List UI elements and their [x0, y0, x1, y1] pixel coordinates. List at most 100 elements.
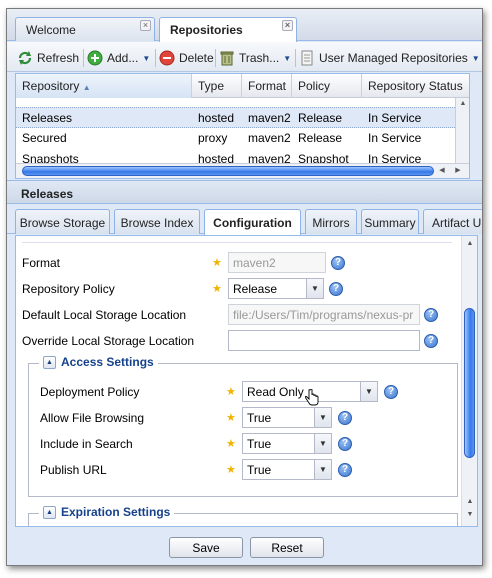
help-icon[interactable]: ? — [331, 256, 345, 270]
chevron-down-icon[interactable]: ▼ — [314, 460, 331, 479]
help-icon[interactable]: ? — [424, 308, 438, 322]
tab-summary[interactable]: Summary — [361, 209, 419, 234]
table-row[interactable]: Releases hosted maven2 Release In Servic… — [16, 107, 469, 128]
cell-status: In Service — [368, 131, 422, 145]
save-button[interactable]: Save — [169, 537, 243, 558]
cell-repository: Secured — [22, 131, 67, 145]
form-vertical-scrollbar[interactable]: ▲ ▲ ▼ — [461, 236, 477, 526]
chevron-down-icon[interactable]: ▼ — [314, 408, 331, 427]
cell-type: hosted — [198, 111, 235, 125]
format-label: Format — [22, 256, 61, 270]
column-header-policy[interactable]: Policy — [292, 74, 362, 98]
allow-browsing-select[interactable]: True ▼ — [242, 407, 332, 428]
toolbar-divider — [215, 49, 216, 67]
scroll-right-icon[interactable]: ▶ — [451, 166, 465, 178]
grid-vertical-scrollbar[interactable]: ▲ — [455, 98, 469, 165]
cell-status: In Service — [368, 111, 422, 125]
table-row[interactable]: Secured proxy maven2 Release In Service — [16, 128, 469, 149]
required-star-icon: ★ — [226, 412, 236, 424]
tab-welcome[interactable]: Welcome × — [15, 17, 155, 41]
tab-configuration[interactable]: Configuration — [204, 209, 301, 235]
tab-label: Browse Storage — [19, 216, 106, 230]
required-star-icon: ★ — [226, 464, 236, 476]
tab-artifact-upload[interactable]: Artifact U — [423, 209, 482, 234]
help-icon[interactable]: ? — [329, 282, 343, 296]
refresh-icon — [18, 51, 32, 65]
refresh-button[interactable]: Refresh — [17, 49, 79, 67]
deployment-policy-value: Read Only — [247, 385, 304, 399]
column-label: Policy — [298, 79, 331, 93]
publish-url-value: True — [247, 463, 272, 477]
required-star-icon: ★ — [212, 283, 222, 295]
column-header-status[interactable]: Repository Status — [362, 74, 469, 98]
scroll-down-icon[interactable]: ▼ — [463, 511, 477, 523]
help-icon[interactable]: ? — [338, 437, 352, 451]
column-header-format[interactable]: Format — [242, 74, 292, 98]
repository-policy-select[interactable]: Release ▼ — [228, 278, 324, 299]
delete-button[interactable]: Delete — [159, 49, 214, 67]
trash-button[interactable]: Trash... ▼ — [219, 49, 291, 67]
deployment-policy-label: Deployment Policy — [40, 385, 140, 399]
tab-repositories[interactable]: Repositories × — [159, 17, 297, 42]
scroll-up-icon[interactable]: ▲ — [456, 100, 469, 112]
override-storage-field[interactable] — [228, 330, 420, 351]
scroll-up-icon[interactable]: ▲ — [463, 240, 477, 252]
expiration-settings-fieldset: ▲ Expiration Settings — [28, 505, 458, 526]
chevron-down-icon: ▼ — [142, 53, 151, 63]
default-storage-value: file:/Users/Tim/programs/nexus-pr — [233, 308, 414, 322]
format-value: maven2 — [233, 256, 276, 270]
publish-url-select[interactable]: True ▼ — [242, 459, 332, 480]
chevron-down-icon[interactable]: ▼ — [306, 279, 323, 298]
chevron-down-icon: ▼ — [283, 53, 292, 63]
toolbar-divider — [155, 49, 156, 67]
grid-header: Repository ▲ Type Format Policy Reposito… — [16, 74, 469, 98]
collapse-icon[interactable]: ▲ — [43, 355, 56, 369]
help-icon[interactable]: ? — [338, 463, 352, 477]
include-search-select[interactable]: True ▼ — [242, 433, 332, 454]
required-star-icon: ★ — [226, 386, 236, 398]
tab-repositories-label: Repositories — [170, 23, 243, 37]
tab-browse-index[interactable]: Browse Index — [114, 209, 200, 234]
toolbar: Refresh Add... ▼ Delete Trash... ▼ User … — [7, 42, 482, 72]
tab-label: Artifact U — [432, 216, 482, 230]
chevron-down-icon: ▼ — [471, 53, 480, 63]
scrollbar-thumb[interactable] — [464, 308, 475, 458]
user-managed-label: User Managed Repositories — [319, 51, 468, 65]
help-icon[interactable]: ? — [338, 411, 352, 425]
tab-label: Mirrors — [312, 216, 350, 230]
grid-horizontal-scrollbar[interactable]: ◀ ▶ — [16, 163, 469, 178]
trash-icon — [220, 51, 234, 66]
scrollbar-thumb[interactable] — [22, 166, 434, 176]
trash-label: Trash... — [239, 51, 280, 65]
column-label: Repository — [22, 79, 80, 93]
panel-title-text: Releases — [21, 187, 74, 201]
default-storage-field[interactable]: file:/Users/Tim/programs/nexus-pr — [228, 304, 420, 325]
top-tab-strip: Welcome × Repositories × — [7, 9, 482, 42]
collapse-icon[interactable]: ▲ — [43, 505, 56, 519]
scroll-left-icon[interactable]: ◀ — [435, 166, 449, 178]
save-label: Save — [192, 541, 220, 555]
add-button[interactable]: Add... ▼ — [87, 49, 150, 67]
delete-label: Delete — [179, 51, 214, 65]
scroll-up-icon[interactable]: ▲ — [463, 498, 477, 510]
user-managed-repositories-button[interactable]: User Managed Repositories ▼ — [299, 49, 480, 67]
reset-button[interactable]: Reset — [250, 537, 324, 558]
close-icon[interactable]: × — [282, 20, 293, 31]
close-icon[interactable]: × — [140, 20, 151, 31]
required-star-icon: ★ — [226, 438, 236, 450]
column-header-repository[interactable]: Repository ▲ — [16, 74, 192, 98]
add-icon — [87, 50, 103, 66]
column-label: Format — [248, 79, 287, 93]
column-header-type[interactable]: Type — [192, 74, 242, 98]
cell-policy: Release — [298, 111, 343, 125]
tab-mirrors[interactable]: Mirrors — [305, 209, 357, 234]
tab-label: Browse Index — [120, 216, 194, 230]
tab-browse-storage[interactable]: Browse Storage — [15, 209, 110, 234]
allow-browsing-label: Allow File Browsing — [40, 411, 145, 425]
format-field[interactable]: maven2 — [228, 252, 326, 273]
reset-label: Reset — [271, 541, 303, 555]
help-icon[interactable]: ? — [424, 334, 438, 348]
chevron-down-icon[interactable]: ▼ — [314, 434, 331, 453]
help-icon[interactable]: ? — [384, 385, 398, 399]
chevron-down-icon[interactable]: ▼ — [360, 382, 377, 401]
